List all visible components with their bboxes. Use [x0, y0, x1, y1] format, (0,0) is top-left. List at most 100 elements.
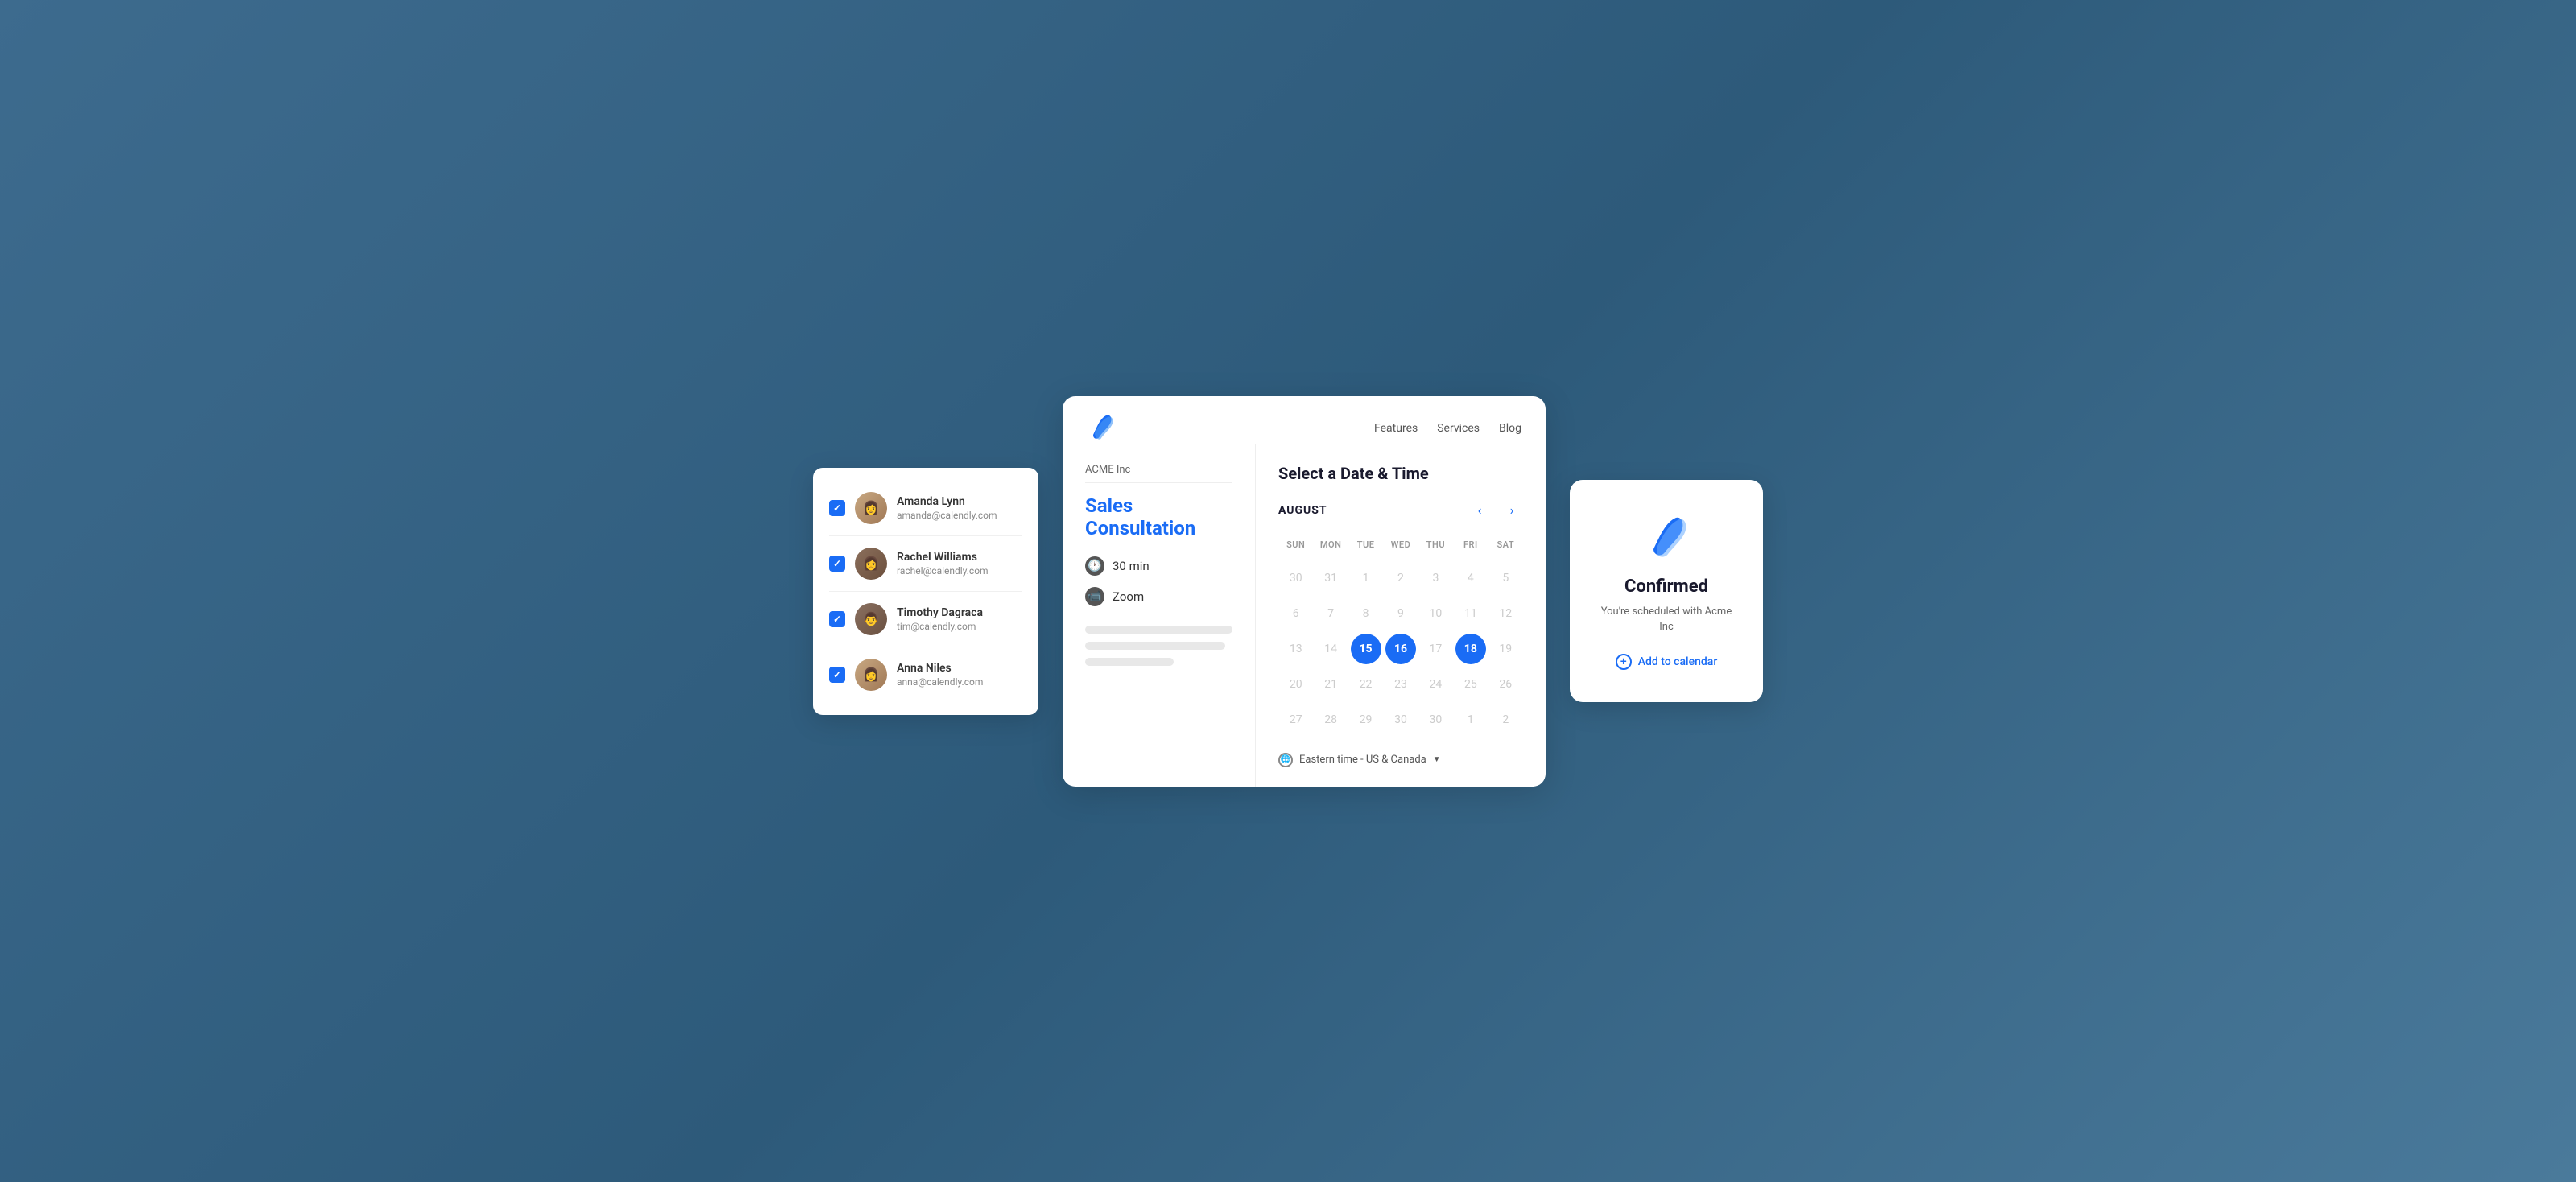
user-item-amanda[interactable]: 👩 Amanda Lynn amanda@calendly.com [829, 481, 1022, 536]
calendar-day-20: 20 [1281, 669, 1311, 700]
day-mon: MON [1313, 535, 1348, 555]
calendar-nav: AUGUST ‹ › [1278, 499, 1523, 522]
avatar-rachel: 👩 [855, 548, 887, 580]
checkbox-amanda[interactable] [829, 500, 845, 516]
calendar-day-17: 17 [1420, 634, 1451, 664]
calendly-logo-icon [1087, 412, 1116, 444]
calendar-day-15[interactable]: 15 [1351, 634, 1381, 664]
calendar-day-11: 11 [1455, 598, 1486, 629]
add-calendar-label: Add to calendar [1638, 655, 1718, 668]
user-name-timothy: Timothy Dagraca [897, 606, 1022, 619]
calendar-day-25: 25 [1455, 669, 1486, 700]
scene: 👩 Amanda Lynn amanda@calendly.com 👩 Rach… [805, 396, 1771, 787]
calendar-week-2: 6 7 8 9 10 11 12 [1278, 597, 1523, 630]
calendar-week-1: 30 31 1 2 3 4 5 [1278, 561, 1523, 595]
confirmed-subtitle: You're scheduled with Acme Inc [1594, 605, 1739, 634]
company-name: ACME Inc [1085, 464, 1232, 476]
calendar-day-14: 14 [1315, 634, 1346, 664]
nav-blog[interactable]: Blog [1499, 422, 1521, 435]
booking-right-panel: Select a Date & Time AUGUST ‹ › SUN MON … [1256, 444, 1546, 787]
calendar-week-3: 13 14 15 16 17 18 19 [1278, 632, 1523, 666]
calendar-day-18[interactable]: 18 [1455, 634, 1486, 664]
clock-icon: 🕐 [1085, 556, 1104, 576]
user-item-rachel[interactable]: 👩 Rachel Williams rachel@calendly.com [829, 536, 1022, 592]
add-to-calendar-button[interactable]: + Add to calendar [1594, 654, 1739, 670]
duration-text: 30 min [1113, 559, 1150, 573]
skeleton-placeholder [1085, 626, 1232, 666]
user-item-timothy[interactable]: 👨 Timothy Dagraca tim@calendly.com [829, 592, 1022, 647]
calendar-day-2-next: 2 [1490, 705, 1521, 735]
skeleton-1 [1085, 626, 1232, 634]
calendar-day-headers: SUN MON TUE WED THU FRI SAT [1278, 535, 1523, 555]
booking-card: Features Services Blog ACME Inc Sales Co… [1063, 396, 1546, 787]
checkbox-timothy[interactable] [829, 611, 845, 627]
user-email-anna: anna@calendly.com [897, 676, 1022, 688]
user-list-card: 👩 Amanda Lynn amanda@calendly.com 👩 Rach… [813, 468, 1038, 715]
user-info-amanda: Amanda Lynn amanda@calendly.com [897, 495, 1022, 521]
booking-body: ACME Inc Sales Consultation 🕐 30 min 📹 Z… [1063, 444, 1546, 787]
calendar-day-1-next: 1 [1455, 705, 1486, 735]
calendar-day-22: 22 [1351, 669, 1381, 700]
calendar-nav-arrows: ‹ › [1468, 499, 1523, 522]
user-info-anna: Anna Niles anna@calendly.com [897, 662, 1022, 688]
plus-circle-icon: + [1616, 654, 1632, 670]
checkbox-rachel[interactable] [829, 556, 845, 572]
calendar-day-28: 28 [1315, 705, 1346, 735]
calendar-day-30: 30 [1385, 705, 1416, 735]
day-sat: SAT [1488, 535, 1523, 555]
calendar-day-27: 27 [1281, 705, 1311, 735]
nav-features[interactable]: Features [1374, 422, 1418, 435]
meeting-type-text: Zoom [1113, 589, 1144, 604]
confirmed-title: Confirmed [1594, 577, 1739, 597]
calendar-day-24: 24 [1420, 669, 1451, 700]
calendar-day-2: 2 [1385, 563, 1416, 593]
calendar-grid: SUN MON TUE WED THU FRI SAT 30 31 1 2 [1278, 535, 1523, 737]
calendar-day-3: 3 [1420, 563, 1451, 593]
day-sun: SUN [1278, 535, 1313, 555]
event-title: Sales Consultation [1085, 494, 1232, 541]
day-fri: FRI [1453, 535, 1488, 555]
user-info-rachel: Rachel Williams rachel@calendly.com [897, 551, 1022, 577]
calendar-day-9: 9 [1385, 598, 1416, 629]
nav-services[interactable]: Services [1437, 422, 1480, 435]
calendar-day-5: 5 [1490, 563, 1521, 593]
calendar-day-16[interactable]: 16 [1385, 634, 1416, 664]
globe-icon: 🌐 [1278, 753, 1293, 767]
user-name-rachel: Rachel Williams [897, 551, 1022, 564]
avatar-amanda: 👩 [855, 492, 887, 524]
month-label: AUGUST [1278, 504, 1327, 517]
confirmed-logo [1594, 512, 1739, 560]
calendar-day-30b: 30 [1420, 705, 1451, 735]
calendar-day-7: 7 [1315, 598, 1346, 629]
prev-month-button[interactable]: ‹ [1468, 499, 1491, 522]
skeleton-3 [1085, 658, 1174, 666]
calendar-day-19: 19 [1490, 634, 1521, 664]
calendar-day-26: 26 [1490, 669, 1521, 700]
calendar-day-1: 1 [1351, 563, 1381, 593]
timezone-chevron-icon: ▼ [1433, 755, 1441, 764]
calendar-day-13: 13 [1281, 634, 1311, 664]
calendar-day-12: 12 [1490, 598, 1521, 629]
timezone-label: Eastern time - US & Canada [1299, 754, 1426, 766]
next-month-button[interactable]: › [1501, 499, 1523, 522]
user-item-anna[interactable]: 👩 Anna Niles anna@calendly.com [829, 647, 1022, 702]
timezone-selector[interactable]: 🌐 Eastern time - US & Canada ▼ [1278, 753, 1523, 767]
user-email-rachel: rachel@calendly.com [897, 565, 1022, 577]
day-thu: THU [1418, 535, 1453, 555]
calendar-day-21: 21 [1315, 669, 1346, 700]
day-tue: TUE [1348, 535, 1383, 555]
user-info-timothy: Timothy Dagraca tim@calendly.com [897, 606, 1022, 632]
calendar-day-31-prev: 31 [1315, 563, 1346, 593]
user-name-amanda: Amanda Lynn [897, 495, 1022, 508]
calendar-day-6: 6 [1281, 598, 1311, 629]
nav-links: Features Services Blog [1374, 422, 1521, 435]
avatar-anna: 👩 [855, 659, 887, 691]
user-name-anna: Anna Niles [897, 662, 1022, 675]
skeleton-2 [1085, 642, 1225, 650]
checkbox-anna[interactable] [829, 667, 845, 683]
calendar-day-8: 8 [1351, 598, 1381, 629]
video-icon: 📹 [1085, 587, 1104, 606]
meeting-type-detail: 📹 Zoom [1085, 587, 1232, 606]
duration-detail: 🕐 30 min [1085, 556, 1232, 576]
calendar-day-29: 29 [1351, 705, 1381, 735]
